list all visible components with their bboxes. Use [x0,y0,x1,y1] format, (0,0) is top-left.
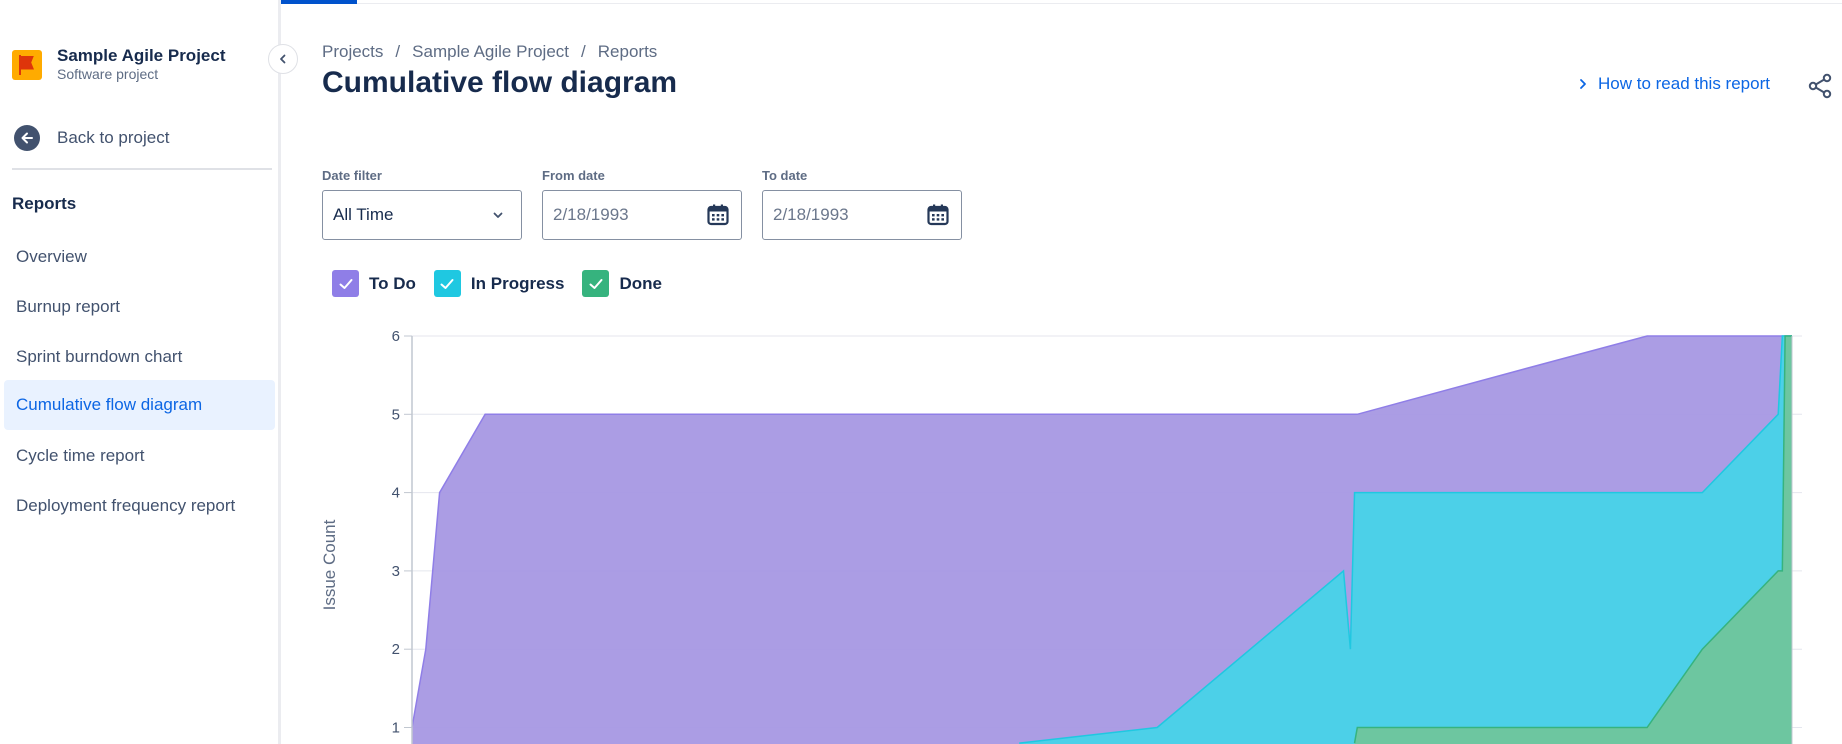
checkmark-icon [582,270,610,297]
y-tick-label: 3 [392,563,400,580]
how-to-read-report-label: How to read this report [1598,74,1770,93]
project-name: Sample Agile Project [57,46,226,65]
y-tick-label: 6 [392,328,400,345]
date-filter-label: Date filter [322,168,382,183]
checkmark-icon [332,270,359,297]
from-date-input[interactable]: 2/18/1993 [542,190,742,240]
how-to-read-report-link[interactable]: How to read this report [1578,74,1770,94]
chart-svg: 1 2 3 4 5 6 [392,328,1802,744]
legend-done-label: Done [619,273,662,293]
y-tick-label: 2 [392,641,400,658]
breadcrumb-project[interactable]: Sample Agile Project [412,42,569,62]
cumulative-flow-chart: 1 2 3 4 5 6 [322,326,1842,744]
legend-done-checkbox[interactable]: Done [582,270,662,297]
reports-section-title: Reports [12,194,77,213]
checkmark-icon [433,270,461,297]
project-avatar [12,49,42,80]
legend-todo-checkbox[interactable]: To Do [332,270,416,297]
y-tick-label: 5 [392,406,400,423]
date-filter-value: All Time [333,205,394,224]
legend-in-progress-checkbox[interactable]: In Progress [433,270,565,297]
y-tick-label: 4 [392,485,400,502]
back-to-project-link[interactable]: Back to project [14,125,169,151]
share-button[interactable] [1807,73,1833,99]
breadcrumb-projects[interactable]: Projects [322,42,383,62]
from-date-label: From date [542,168,605,183]
share-icon [1808,73,1832,99]
sidebar-item-cycle-time-report[interactable]: Cycle time report [4,431,275,481]
to-date-input[interactable]: 2/18/1993 [762,190,962,240]
chevron-left-icon [280,54,286,64]
back-to-project-label: Back to project [57,128,170,147]
legend-todo-label: To Do [369,273,416,293]
active-tab-indicator [274,0,357,4]
chevron-down-icon [485,202,511,228]
breadcrumb-reports[interactable]: Reports [598,42,658,62]
from-date-value: 2/18/1993 [553,205,629,224]
sidebar-item-deployment-frequency-report[interactable]: Deployment frequency report [4,481,275,531]
chart-legend: To Do In Progress Done [332,270,680,297]
sidebar: Sample Agile Project Software project Ba… [0,0,281,744]
project-type: Software project [57,66,159,82]
sidebar-item-sprint-burndown-chart[interactable]: Sprint burndown chart [4,332,275,382]
legend-in-progress-label: In Progress [470,273,565,293]
calendar-icon[interactable] [925,202,951,228]
collapse-sidebar-button[interactable] [268,44,298,74]
sidebar-item-cumulative-flow-diagram[interactable]: Cumulative flow diagram [4,380,275,430]
sidebar-item-overview[interactable]: Overview [4,232,275,282]
page-title: Cumulative flow diagram [322,66,678,99]
to-date-value: 2/18/1993 [773,205,849,224]
project-header[interactable]: Sample Agile Project Software project [12,46,225,83]
y-tick-label: 1 [392,720,400,737]
arrow-left-icon [14,125,40,151]
to-date-label: To date [762,168,808,183]
sidebar-item-burnup-report[interactable]: Burnup report [4,282,275,332]
breadcrumb: Projects / Sample Agile Project / Report… [322,42,658,62]
chevron-right-icon [1580,79,1586,89]
sidebar-divider [12,168,272,170]
date-filter-select[interactable]: All Time [322,190,522,240]
calendar-icon[interactable] [705,202,731,228]
